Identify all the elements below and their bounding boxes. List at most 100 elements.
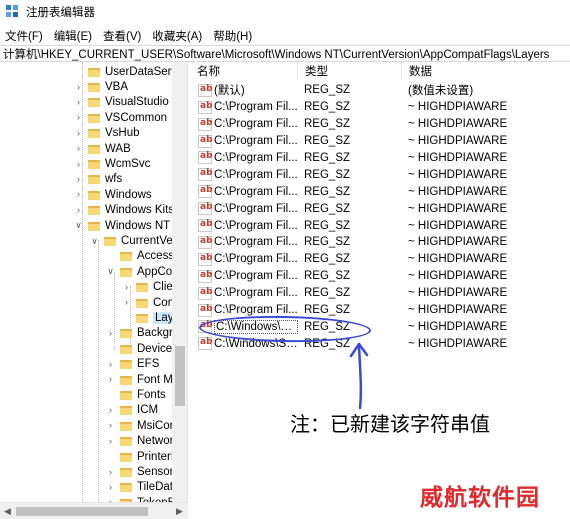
expand-icon[interactable]: › xyxy=(74,128,83,138)
expand-icon[interactable]: › xyxy=(106,359,115,369)
column-header-type[interactable]: 类型 xyxy=(298,62,402,80)
menu-file[interactable]: 文件(F) xyxy=(0,28,49,44)
tree-item[interactable]: › Sensor xyxy=(106,464,173,479)
tree-item[interactable]: › Com xyxy=(122,295,177,310)
expand-icon[interactable]: › xyxy=(106,328,115,338)
tree-item[interactable]: › VBA xyxy=(74,79,128,94)
tree-item-label: ICM xyxy=(137,404,159,417)
tree-item[interactable]: › Windows xyxy=(74,187,152,202)
tree-item-label: Windows Kits xyxy=(105,204,175,217)
expand-icon[interactable]: › xyxy=(74,97,83,107)
value-row[interactable]: ab C:\Program Fil... REG_SZ ~ HIGHDPIAWARE xyxy=(190,268,570,285)
tree-item[interactable]: › Backgro xyxy=(106,326,179,341)
tree-item[interactable]: › VsHub xyxy=(74,126,140,141)
expand-icon[interactable]: › xyxy=(74,113,83,122)
tree-item[interactable]: › VSCommon xyxy=(74,110,167,125)
tree-item[interactable]: ∨ Windows NT xyxy=(74,218,170,233)
value-list[interactable]: 名称 类型 数据 ab (默认) REG_SZ (数值未设置) ab C:\Program… xyxy=(190,62,570,519)
folder-icon xyxy=(136,282,148,293)
expand-icon[interactable]: › xyxy=(74,144,83,153)
tree-guide-line xyxy=(98,240,99,506)
folder-icon xyxy=(120,251,132,262)
tree-item[interactable]: ∨ AppCor xyxy=(106,264,176,279)
menu-bar: 文件(F) 编辑(E) 查看(V) 收藏夹(A) 帮助(H) xyxy=(0,26,570,45)
tree-item[interactable]: UserDataServi xyxy=(74,64,180,79)
value-row[interactable]: ab C:\Program Fil... REG_SZ ~ HIGHDPIAWARE xyxy=(190,217,570,234)
menu-edit[interactable]: 编辑(E) xyxy=(49,28,98,44)
expand-icon[interactable]: › xyxy=(74,205,83,215)
tree-item-label: VBA xyxy=(105,81,129,94)
expand-icon[interactable]: › xyxy=(74,174,83,184)
folder-icon xyxy=(120,436,132,447)
value-row[interactable]: ab C:\Program Fil... REG_SZ ~ HIGHDPIAWARE xyxy=(190,200,570,217)
expand-icon[interactable]: › xyxy=(106,375,115,384)
string-value-icon: ab xyxy=(198,337,213,351)
folder-icon xyxy=(136,298,148,308)
value-type: REG_SZ xyxy=(304,84,351,97)
scroll-left-icon[interactable]: ◀ xyxy=(4,506,11,517)
column-header-data[interactable]: 数据 xyxy=(402,62,570,80)
tree-scroll-thumb[interactable] xyxy=(175,346,185,406)
collapse-icon[interactable]: ∨ xyxy=(90,236,99,246)
tree-item[interactable]: › WAB xyxy=(74,141,131,156)
tree-item[interactable]: ∨ CurrentVer xyxy=(90,233,176,248)
tree-item[interactable]: › Windows Kits xyxy=(74,203,174,218)
folder-icon xyxy=(88,221,100,231)
tree-item[interactable]: › EFS xyxy=(106,357,159,372)
tree-item[interactable]: › Networ xyxy=(106,434,173,449)
menu-view[interactable]: 查看(V) xyxy=(98,28,147,44)
scroll-right-icon[interactable]: ▶ xyxy=(176,506,183,517)
tree-item[interactable]: › MsiCorr xyxy=(106,418,177,433)
value-row[interactable]: ab (默认) REG_SZ (数值未设置) xyxy=(190,82,570,99)
value-name: C:\Program Fil... xyxy=(214,253,298,266)
folder-icon xyxy=(120,482,132,493)
string-value-icon: ab xyxy=(198,269,213,283)
tree-hscroll-thumb[interactable] xyxy=(16,507,148,516)
tree-item[interactable]: Devices xyxy=(106,341,178,356)
tree-item[interactable]: › VisualStudio xyxy=(74,95,169,110)
value-row[interactable]: ab C:\Program Fil... REG_SZ ~ HIGHDPIAWARE xyxy=(190,99,570,116)
folder-icon xyxy=(88,174,100,185)
tree-item[interactable]: Accessil xyxy=(106,249,179,264)
expand-icon[interactable]: › xyxy=(106,467,115,477)
expand-icon[interactable]: › xyxy=(122,282,131,292)
string-value-icon: ab xyxy=(198,235,213,249)
value-row[interactable]: ab C:\Program Fil... REG_SZ ~ HIGHDPIAWARE xyxy=(190,116,570,133)
address-bar[interactable]: 计算机\HKEY_CURRENT_USER\Software\Microsoft… xyxy=(0,45,570,62)
value-row[interactable]: ab C:\Program Fil... REG_SZ ~ HIGHDPIAWARE xyxy=(190,167,570,184)
collapse-icon[interactable]: ∨ xyxy=(106,267,115,276)
value-data: ~ HIGHDPIAWARE xyxy=(408,219,508,232)
tree-item[interactable]: Fonts xyxy=(106,387,166,402)
menu-favorites[interactable]: 收藏夹(A) xyxy=(147,28,208,44)
expand-icon[interactable]: › xyxy=(106,482,115,492)
collapse-icon[interactable]: ∨ xyxy=(74,221,83,230)
menu-help[interactable]: 帮助(H) xyxy=(208,28,258,44)
tree-item[interactable]: › Font Ma xyxy=(106,372,179,387)
expand-icon[interactable]: › xyxy=(74,190,83,199)
value-row[interactable]: ab C:\Program Fil... REG_SZ ~ HIGHDPIAWARE xyxy=(190,150,570,167)
tree-horizontal-scrollbar[interactable]: ◀ ▶ xyxy=(0,502,188,519)
value-row[interactable]: ab C:\Program Fil... REG_SZ ~ HIGHDPIAWARE xyxy=(190,133,570,150)
value-row[interactable]: ab C:\Program Fil... REG_SZ ~ HIGHDPIAWARE xyxy=(190,251,570,268)
expand-icon[interactable]: › xyxy=(74,159,83,169)
tree-item[interactable]: PrinterP xyxy=(106,449,179,464)
string-value-icon: ab xyxy=(198,219,213,233)
expand-icon[interactable]: › xyxy=(74,82,83,92)
string-value-icon: ab xyxy=(198,83,213,97)
tree-item[interactable]: › TileData xyxy=(106,480,179,495)
expand-icon[interactable]: › xyxy=(106,405,115,415)
value-row[interactable]: ab C:\Program Fil... REG_SZ ~ HIGHDPIAWARE xyxy=(190,234,570,251)
expand-icon[interactable]: › xyxy=(106,421,115,430)
tree-vertical-scrollbar[interactable] xyxy=(172,62,187,506)
column-header-name[interactable]: 名称 xyxy=(190,62,298,80)
value-row[interactable]: ab C:\Program Fil... REG_SZ ~ HIGHDPIAWARE xyxy=(190,183,570,200)
tree-item[interactable]: › WcmSvc xyxy=(74,156,150,171)
expand-icon[interactable]: › xyxy=(122,298,131,307)
value-name: C:\Program Fil... xyxy=(214,202,298,215)
tree-item[interactable]: › wfs xyxy=(74,172,122,187)
value-row[interactable]: ab C:\Program Fil... REG_SZ ~ HIGHDPIAWARE xyxy=(190,285,570,302)
tree-item[interactable]: › ICM xyxy=(106,403,158,418)
key-tree[interactable]: ›TokenB›TileData›SensorPrinterP›Networ›M… xyxy=(0,62,188,506)
expand-icon[interactable]: › xyxy=(106,436,115,446)
tree-item[interactable]: › Clier xyxy=(122,280,177,295)
